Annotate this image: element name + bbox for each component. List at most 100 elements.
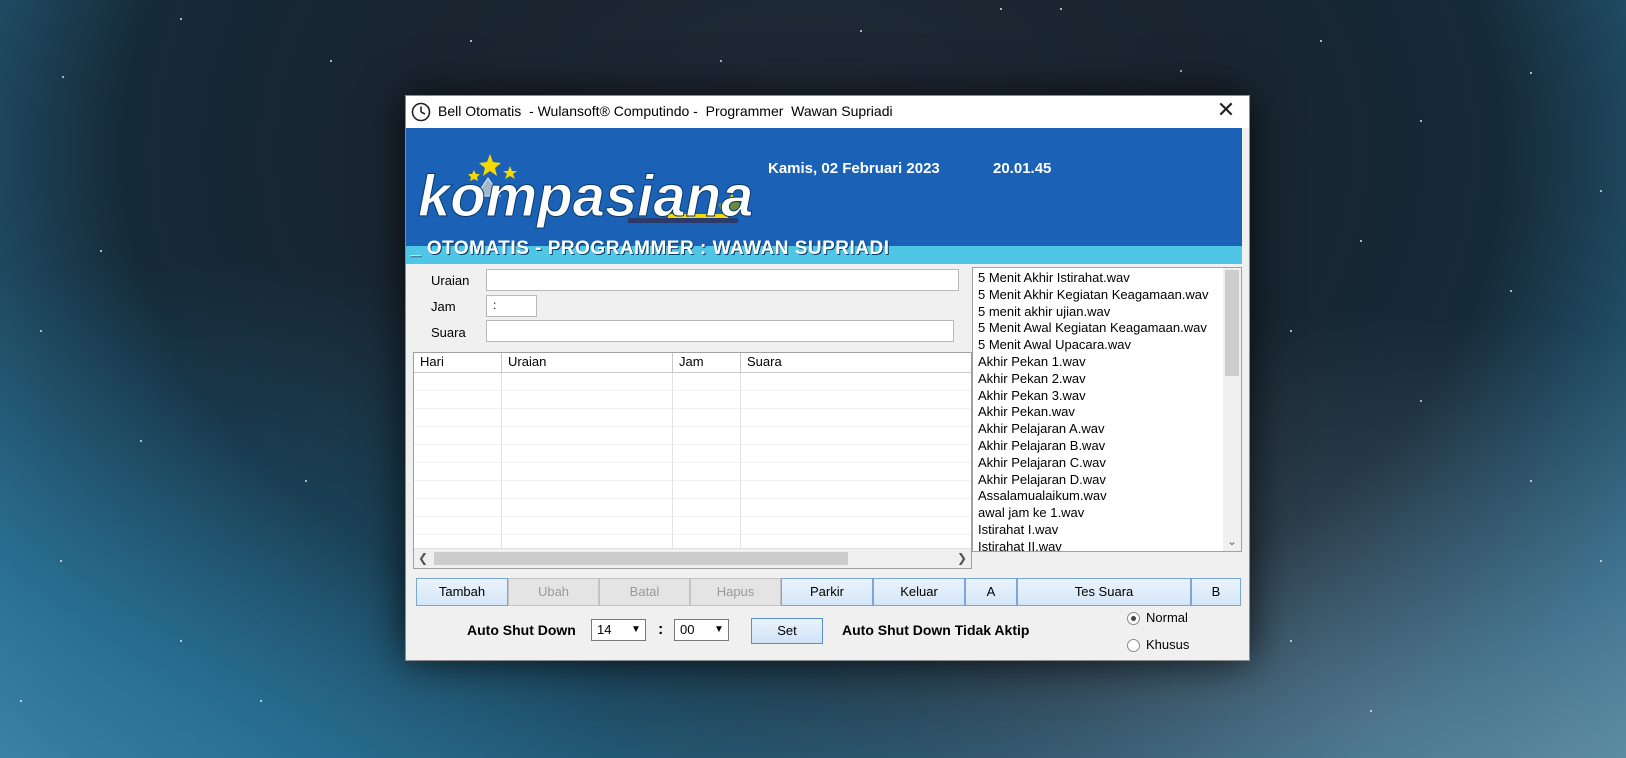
jam-input[interactable]: : [486,295,537,317]
chevron-down-icon[interactable]: ▼ [627,620,645,640]
file-list-item[interactable]: Akhir Pekan 3.wav [978,388,1086,404]
star [1510,290,1512,292]
sound-file-list[interactable]: 5 Menit Akhir Istirahat.wav 5 Menit Akhir… [972,267,1242,552]
column-header-uraian[interactable]: Uraian [502,353,673,372]
file-list-item[interactable]: Assalamualaikum.wav [978,488,1107,504]
chevron-down-icon[interactable]: ▼ [710,620,728,640]
file-list-item[interactable]: 5 Menit Akhir Kegiatan Keagamaan.wav [978,287,1209,303]
star [1320,40,1322,42]
jam-label: Jam [431,299,456,314]
suara-input[interactable] [486,320,954,342]
schedule-grid[interactable]: Hari Uraian Jam Suara ❮ ❯ [413,352,972,569]
file-list-item[interactable]: Akhir Pelajaran D.wav [978,472,1106,488]
shutdown-status: Auto Shut Down Tidak Aktip [842,622,1030,638]
set-button[interactable]: Set [751,618,823,644]
radio-normal-label[interactable]: Normal [1146,610,1188,625]
parkir-button[interactable]: Parkir [781,578,873,606]
shutdown-minute-select[interactable]: 00 ▼ [674,619,729,641]
logo-text: kompasiana [418,164,753,229]
current-time: 20.01.45 [993,160,1052,177]
star [1290,330,1292,332]
scroll-down-icon[interactable]: ⌄ [1223,535,1241,549]
hapus-button[interactable]: Hapus [690,578,781,606]
star [40,330,42,332]
uraian-label: Uraian [431,273,470,288]
file-list-item[interactable]: 5 menit akhir ujian.wav [978,304,1110,320]
horizontal-scrollbar[interactable]: ❮ ❯ [414,548,971,568]
suara-label: Suara [431,325,466,340]
window-title: Bell Otomatis - Wulansoft® Computindo - … [438,103,893,119]
star [1000,8,1002,10]
column-header-hari[interactable]: Hari [414,353,502,372]
kompasiana-logo: kompasiana [418,154,754,230]
star [470,40,472,42]
b-button[interactable]: B [1191,578,1241,606]
star [1420,120,1422,122]
scroll-left-icon[interactable]: ❮ [414,549,432,568]
star [1290,640,1292,642]
batal-button[interactable]: Batal [599,578,690,606]
close-button[interactable]: ✕ [1203,96,1249,128]
file-list-item[interactable]: 5 Menit Awal Upacara.wav [978,337,1131,353]
star [62,76,64,78]
radio-khusus-label[interactable]: Khusus [1146,637,1189,652]
scroll-thumb[interactable] [434,552,848,565]
star [180,18,182,20]
star [720,60,722,62]
clock-app-icon [411,102,431,122]
star [100,250,102,252]
star [330,60,332,62]
star [1420,400,1422,402]
tambah-button[interactable]: Tambah [416,578,508,606]
grid-column-divider [740,373,741,548]
ubah-button[interactable]: Ubah [508,578,599,606]
file-list-item[interactable]: awal jam ke 1.wav [978,505,1084,521]
star [260,700,262,702]
star [1060,8,1062,10]
star [60,560,62,562]
keluar-button[interactable]: Keluar [873,578,965,606]
star [1530,480,1532,482]
star [20,700,22,702]
title-bar[interactable]: Bell Otomatis - Wulansoft® Computindo - … [406,96,1249,128]
column-header-suara[interactable]: Suara [741,353,971,372]
star [1530,72,1532,74]
grid-column-divider [501,373,502,548]
file-list-item[interactable]: 5 Menit Akhir Istirahat.wav [978,270,1130,286]
scroll-right-icon[interactable]: ❯ [953,549,971,568]
star [860,30,862,32]
tes-suara-button[interactable]: Tes Suara [1017,578,1191,606]
a-button[interactable]: A [965,578,1017,606]
star [140,440,142,442]
file-list-item[interactable]: Istirahat II.wav [978,539,1062,551]
file-list-item[interactable]: Akhir Pelajaran C.wav [978,455,1106,471]
file-list-item[interactable]: Akhir Pekan 1.wav [978,354,1086,370]
banner: kompasiana Kamis, 02 Februari 2023 20.01… [406,128,1242,264]
star [180,640,182,642]
grid-column-divider [672,373,673,548]
star [1600,190,1602,192]
radio-khusus[interactable] [1127,639,1140,652]
file-list-item[interactable]: Istirahat I.wav [978,522,1058,538]
auto-shutdown-label: Auto Shut Down [467,622,576,638]
vertical-scrollbar[interactable]: ⌄ [1223,268,1241,551]
column-header-jam[interactable]: Jam [673,353,741,372]
shutdown-minute-value: 00 [680,622,695,637]
star [1180,70,1182,72]
shutdown-hour-select[interactable]: 14 ▼ [591,619,646,641]
scroll-thumb[interactable] [1225,270,1239,376]
file-list-item[interactable]: 5 Menit Awal Kegiatan Keagamaan.wav [978,320,1207,336]
file-list-item[interactable]: Akhir Pekan.wav [978,404,1075,420]
star [1600,560,1602,562]
star [1360,240,1362,242]
star [1370,710,1372,712]
file-list-item[interactable]: Akhir Pelajaran A.wav [978,421,1104,437]
time-separator: : [658,621,664,638]
scrolling-marquee: _ OTOMATIS - PROGRAMMER : WAWAN SUPRIADI [410,238,890,259]
bell-otomatis-window: Bell Otomatis - Wulansoft® Computindo - … [405,95,1250,661]
file-list-item[interactable]: Akhir Pekan 2.wav [978,371,1086,387]
radio-normal[interactable] [1127,612,1140,625]
file-list-item[interactable]: Akhir Pelajaran B.wav [978,438,1105,454]
uraian-input[interactable] [486,269,959,291]
grid-body[interactable] [414,373,971,548]
